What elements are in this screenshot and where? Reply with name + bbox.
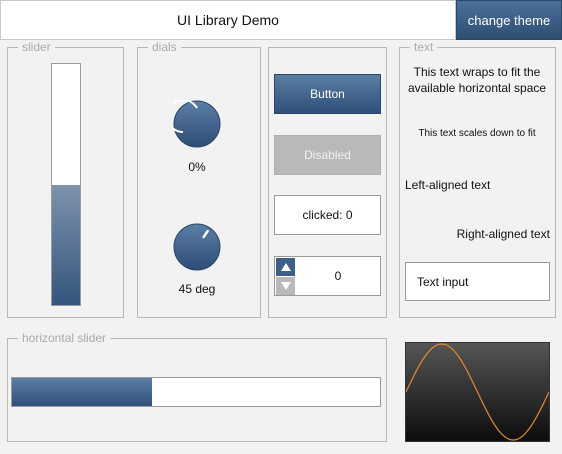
dial-percent-label: 0% [188, 160, 206, 174]
dial-degrees-knob [173, 223, 221, 271]
app-title: UI Library Demo [177, 12, 279, 28]
primary-button[interactable]: Button [274, 74, 381, 114]
clicked-counter-button[interactable]: clicked: 0 [274, 195, 381, 235]
arrow-up-icon [280, 263, 291, 271]
text-group-label: text [410, 40, 438, 54]
vertical-slider-fill [52, 184, 80, 305]
dials-group-label: dials [148, 40, 181, 54]
dial-degrees[interactable] [173, 223, 221, 271]
spin-up-button[interactable] [276, 258, 295, 276]
dial-degrees-label: 45 deg [178, 282, 216, 296]
wrapping-text: This text wraps to fit the available hor… [407, 65, 547, 95]
slider-group-label: slider [18, 40, 55, 54]
sine-plot-svg [405, 343, 550, 441]
spinbox-value[interactable]: 0 [296, 257, 380, 295]
horizontal-slider[interactable] [11, 377, 381, 407]
right-aligned-text: Right-aligned text [456, 227, 550, 241]
arrow-down-icon [280, 282, 291, 290]
spin-down-button[interactable] [276, 277, 295, 295]
spinbox: 0 [274, 256, 381, 296]
change-theme-button[interactable]: change theme [456, 0, 562, 40]
scaled-text: This text scales down to fit [418, 128, 536, 139]
dials-group: dials [137, 40, 261, 318]
vertical-slider[interactable] [51, 63, 81, 306]
sine-wave-line [405, 343, 550, 441]
text-input[interactable]: Text input [405, 262, 550, 301]
horizontal-slider-group-label: horizontal slider [18, 331, 111, 345]
disabled-button: Disabled [274, 135, 381, 175]
horizontal-slider-fill [12, 378, 152, 406]
sine-plot [405, 342, 550, 442]
left-aligned-text: Left-aligned text [405, 178, 491, 192]
dial-percent[interactable] [173, 100, 221, 148]
